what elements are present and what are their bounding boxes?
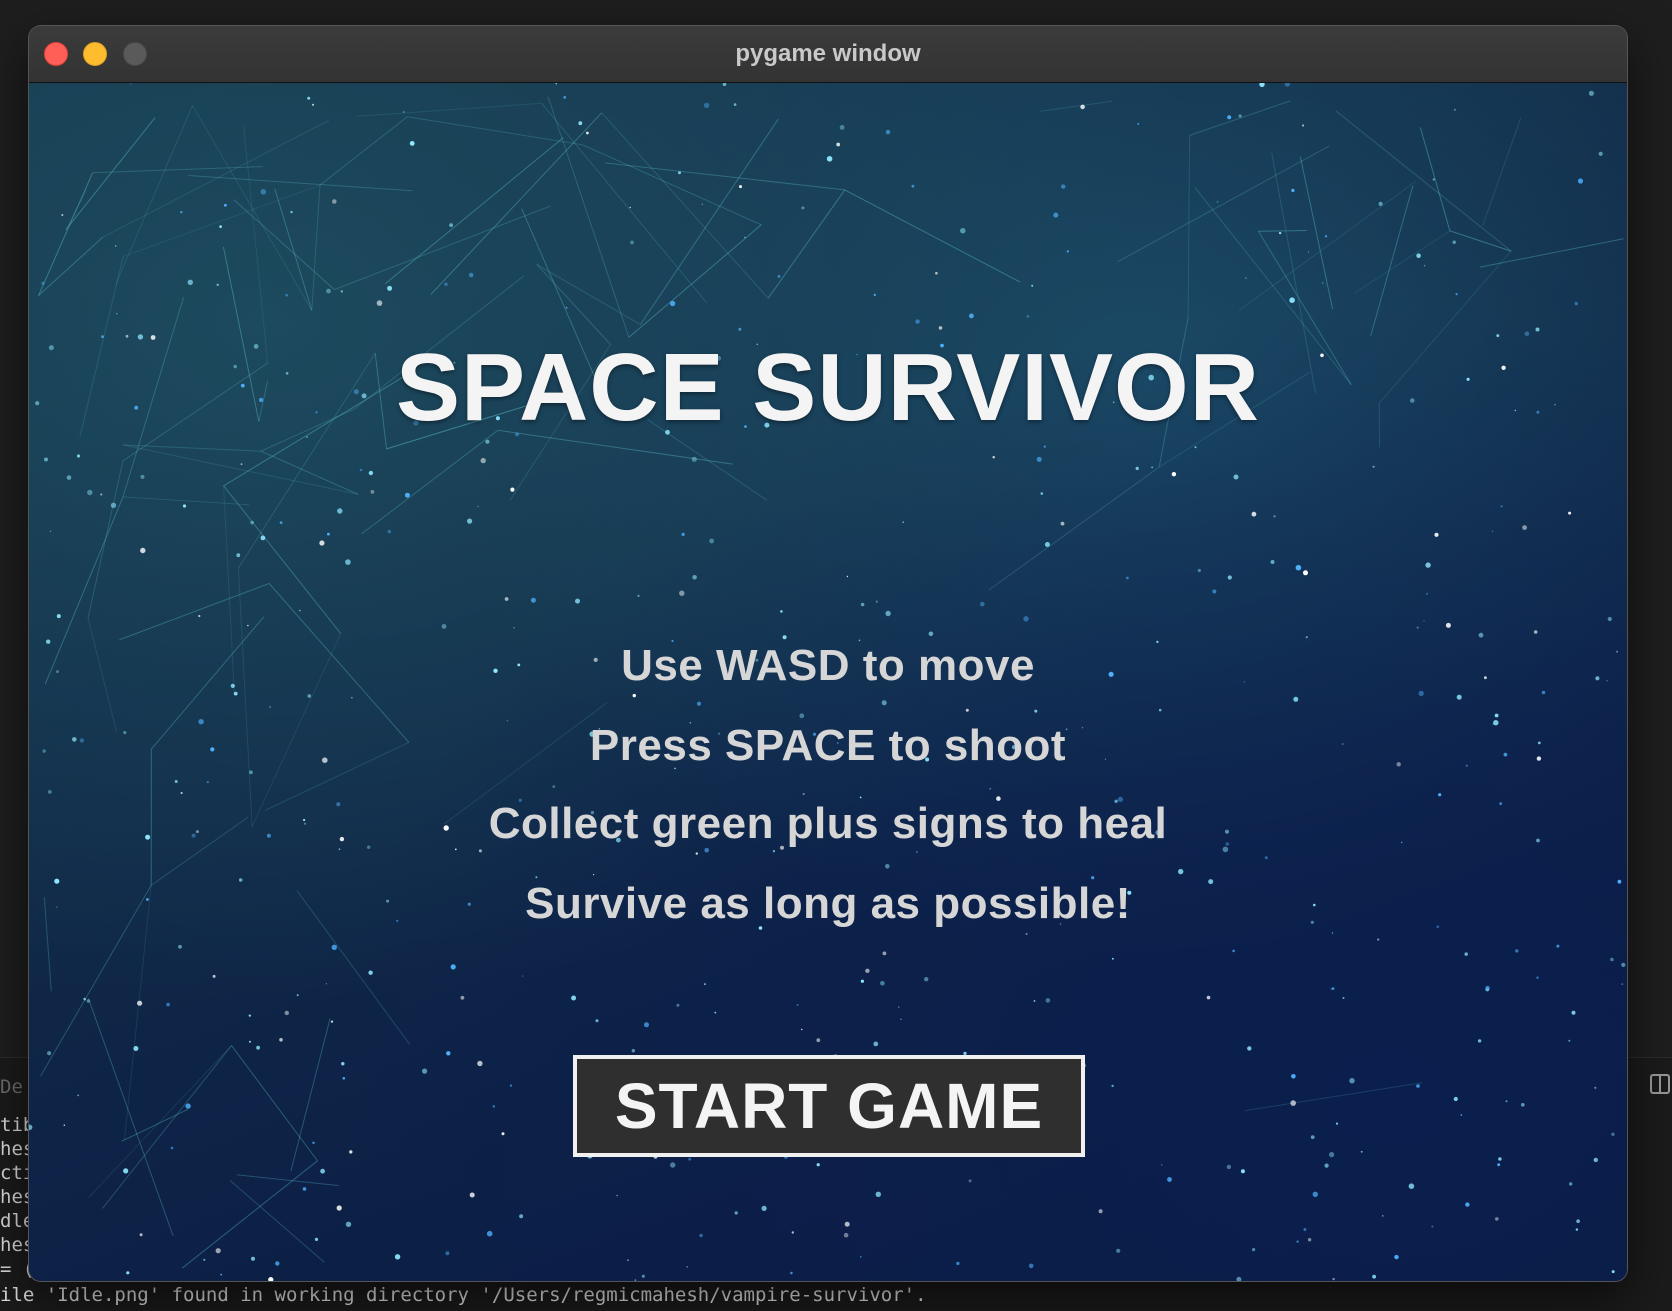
terminal-tab[interactable]: De (0, 1076, 23, 1098)
instruction-heal: Collect green plus signs to heal (29, 799, 1627, 849)
split-terminal-icon[interactable] (1650, 1074, 1670, 1094)
window-titlebar[interactable]: pygame window (29, 26, 1627, 83)
start-game-button[interactable]: START GAME (573, 1055, 1085, 1157)
instruction-shoot: Press SPACE to shoot (29, 721, 1627, 771)
instruction-move: Use WASD to move (29, 641, 1627, 691)
terminal-output-line: ile 'Idle.png' found in working director… (0, 1283, 927, 1307)
instruction-survive: Survive as long as possible! (29, 879, 1627, 929)
game-canvas[interactable]: SPACE SURVIVOR Use WASD to move Press SP… (29, 83, 1627, 1281)
window-title: pygame window (29, 26, 1627, 82)
pygame-window: pygame window SPACE SURVIVOR Use WASD to… (29, 26, 1627, 1281)
game-title: SPACE SURVIVOR (29, 333, 1627, 443)
